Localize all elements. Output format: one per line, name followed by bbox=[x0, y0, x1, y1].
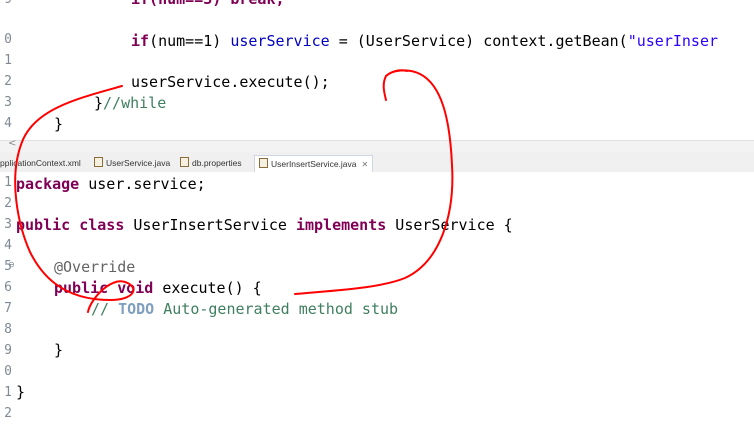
line-number: 6 bbox=[4, 280, 12, 295]
line-number: 0 bbox=[4, 364, 12, 379]
line-number: 7 bbox=[4, 301, 12, 316]
tab-db-properties[interactable]: db.properties bbox=[180, 155, 242, 171]
tab-userservice[interactable]: UserService.java bbox=[94, 155, 170, 171]
code-line-execute: userService.execute(); bbox=[131, 73, 330, 91]
code-line-package: package user.service; bbox=[16, 175, 206, 193]
fold-icon[interactable]: ⊖ bbox=[8, 260, 15, 269]
line-number: 1 bbox=[4, 385, 12, 400]
line-number: 3 bbox=[4, 95, 12, 110]
line-number: 8 bbox=[4, 322, 12, 337]
line-number: 4 bbox=[4, 238, 12, 253]
editor-tab-bar: pplicationContext.xml UserService.java d… bbox=[0, 152, 754, 173]
line-number: 2 bbox=[4, 406, 12, 421]
code-line-class-close: } bbox=[16, 383, 26, 401]
code-line-override: @Override bbox=[54, 258, 136, 276]
scroll-left-icon[interactable]: < bbox=[8, 138, 16, 149]
line-number: 4 bbox=[4, 116, 12, 131]
properties-file-icon bbox=[180, 157, 189, 167]
tab-label: pplicationContext.xml bbox=[0, 158, 81, 168]
tab-label: UserService.java bbox=[106, 158, 171, 168]
line-number: 2 bbox=[4, 196, 12, 211]
line-number: 1 bbox=[4, 175, 12, 190]
code-line-break: if(num==3) break; bbox=[131, 0, 285, 8]
bottom-editor-pane[interactable]: 1 2 3 4 5 ⊖ 6 7 8 9 0 1 2 package user.s… bbox=[0, 172, 754, 429]
code-line-while: }//while bbox=[94, 94, 167, 112]
line-number: 9 bbox=[4, 343, 12, 358]
java-file-icon bbox=[259, 158, 268, 168]
code-line-getbean: if(num==1) userService = (UserService) c… bbox=[131, 32, 719, 50]
code-line-close: } bbox=[54, 115, 64, 133]
tab-label: UserInsertService.java bbox=[271, 159, 357, 169]
line-number: 0 bbox=[4, 32, 12, 47]
code-line-todo-comment: // TODO Auto-generated method stub bbox=[91, 300, 399, 318]
line-number: 3 bbox=[4, 217, 12, 232]
tab-userinsertservice[interactable]: UserInsertService.java ✕ bbox=[254, 155, 374, 172]
line-number: 1 bbox=[4, 53, 12, 68]
line-number: 2 bbox=[4, 74, 12, 89]
code-line-method-close: } bbox=[54, 341, 64, 359]
close-icon[interactable]: ✕ bbox=[362, 160, 369, 169]
tab-label: db.properties bbox=[192, 158, 242, 168]
line-number: 9 bbox=[0, 0, 12, 7]
top-editor-pane[interactable]: 9 0 1 2 3 4 if(num==3) break; if(num==1)… bbox=[0, 0, 754, 140]
code-line-class-decl: public class UserInsertService implement… bbox=[16, 216, 513, 234]
code-line-method-decl: public void execute() { bbox=[54, 279, 262, 297]
tab-applicationcontext[interactable]: pplicationContext.xml bbox=[0, 155, 81, 171]
java-file-icon bbox=[94, 157, 103, 167]
